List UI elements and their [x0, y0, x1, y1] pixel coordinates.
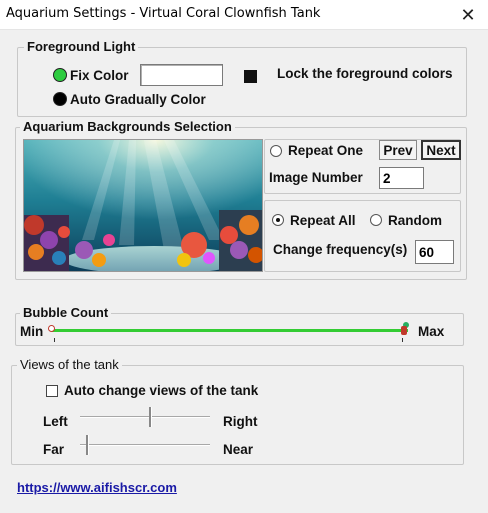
left-label: Left — [43, 414, 68, 429]
prev-button[interactable]: Prev — [379, 140, 417, 160]
random-radio[interactable] — [370, 214, 382, 226]
change-frequency-input[interactable]: 60 — [415, 240, 454, 264]
change-frequency-label: Change frequency(s) — [273, 242, 408, 257]
bubble-slider-tick-max — [402, 338, 403, 342]
auto-change-views-checkbox[interactable] — [46, 385, 58, 397]
random-label[interactable]: Random — [388, 213, 442, 228]
left-right-thumb[interactable] — [149, 407, 153, 427]
views-legend: Views of the tank — [17, 357, 122, 372]
far-label: Far — [43, 442, 65, 457]
image-number-input[interactable]: 2 — [379, 167, 424, 189]
foreground-light-legend: Foreground Light — [24, 39, 139, 54]
repeat-all-radio[interactable] — [272, 214, 284, 226]
repeat-all-label[interactable]: Repeat All — [290, 213, 356, 228]
far-near-track — [80, 444, 210, 446]
title-bar: Aquarium Settings - Virtual Coral Clownf… — [0, 0, 488, 30]
near-label: Near — [223, 442, 254, 457]
bubble-slider-thumb-icon[interactable] — [400, 322, 410, 336]
bubble-slider-tick-min — [54, 338, 55, 342]
left-right-slider[interactable] — [80, 406, 210, 430]
auto-color-dot-icon[interactable] — [53, 92, 67, 106]
window-title: Aquarium Settings - Virtual Coral Clownf… — [6, 6, 321, 21]
far-near-thumb[interactable] — [86, 435, 90, 455]
auto-change-views-label[interactable]: Auto change views of the tank — [64, 383, 258, 398]
bubble-min-label: Min — [20, 324, 44, 339]
bubble-count-slider[interactable] — [48, 322, 414, 342]
next-button[interactable]: Next — [421, 140, 461, 160]
website-link[interactable]: https://www.aifishscr.com — [17, 480, 177, 495]
repeat-one-label[interactable]: Repeat One — [288, 143, 363, 158]
fix-color-swatch[interactable] — [140, 64, 223, 86]
image-number-label: Image Number — [269, 170, 363, 185]
far-near-slider[interactable] — [80, 434, 210, 458]
repeat-one-radio[interactable] — [270, 145, 282, 157]
background-preview-image — [23, 139, 263, 272]
aquarium-scene-icon — [24, 140, 262, 271]
bubble-max-label: Max — [418, 324, 445, 339]
auto-color-label[interactable]: Auto Gradually Color — [70, 92, 206, 107]
backgrounds-legend: Aquarium Backgrounds Selection — [20, 119, 235, 134]
left-right-track — [80, 416, 210, 418]
fix-color-label[interactable]: Fix Color — [70, 68, 129, 83]
right-label: Right — [223, 414, 258, 429]
close-icon: ✕ — [460, 4, 476, 26]
lock-colors-checkbox[interactable] — [244, 70, 257, 83]
bubble-slider-min-handle-icon — [48, 325, 55, 332]
fix-color-dot-icon[interactable] — [53, 68, 67, 82]
lock-colors-label: Lock the foreground colors — [277, 66, 453, 81]
bubble-slider-track — [52, 329, 408, 332]
bubble-thumb-svg-icon — [401, 322, 409, 335]
close-button[interactable]: ✕ — [448, 0, 488, 30]
bubble-count-legend: Bubble Count — [20, 305, 112, 320]
